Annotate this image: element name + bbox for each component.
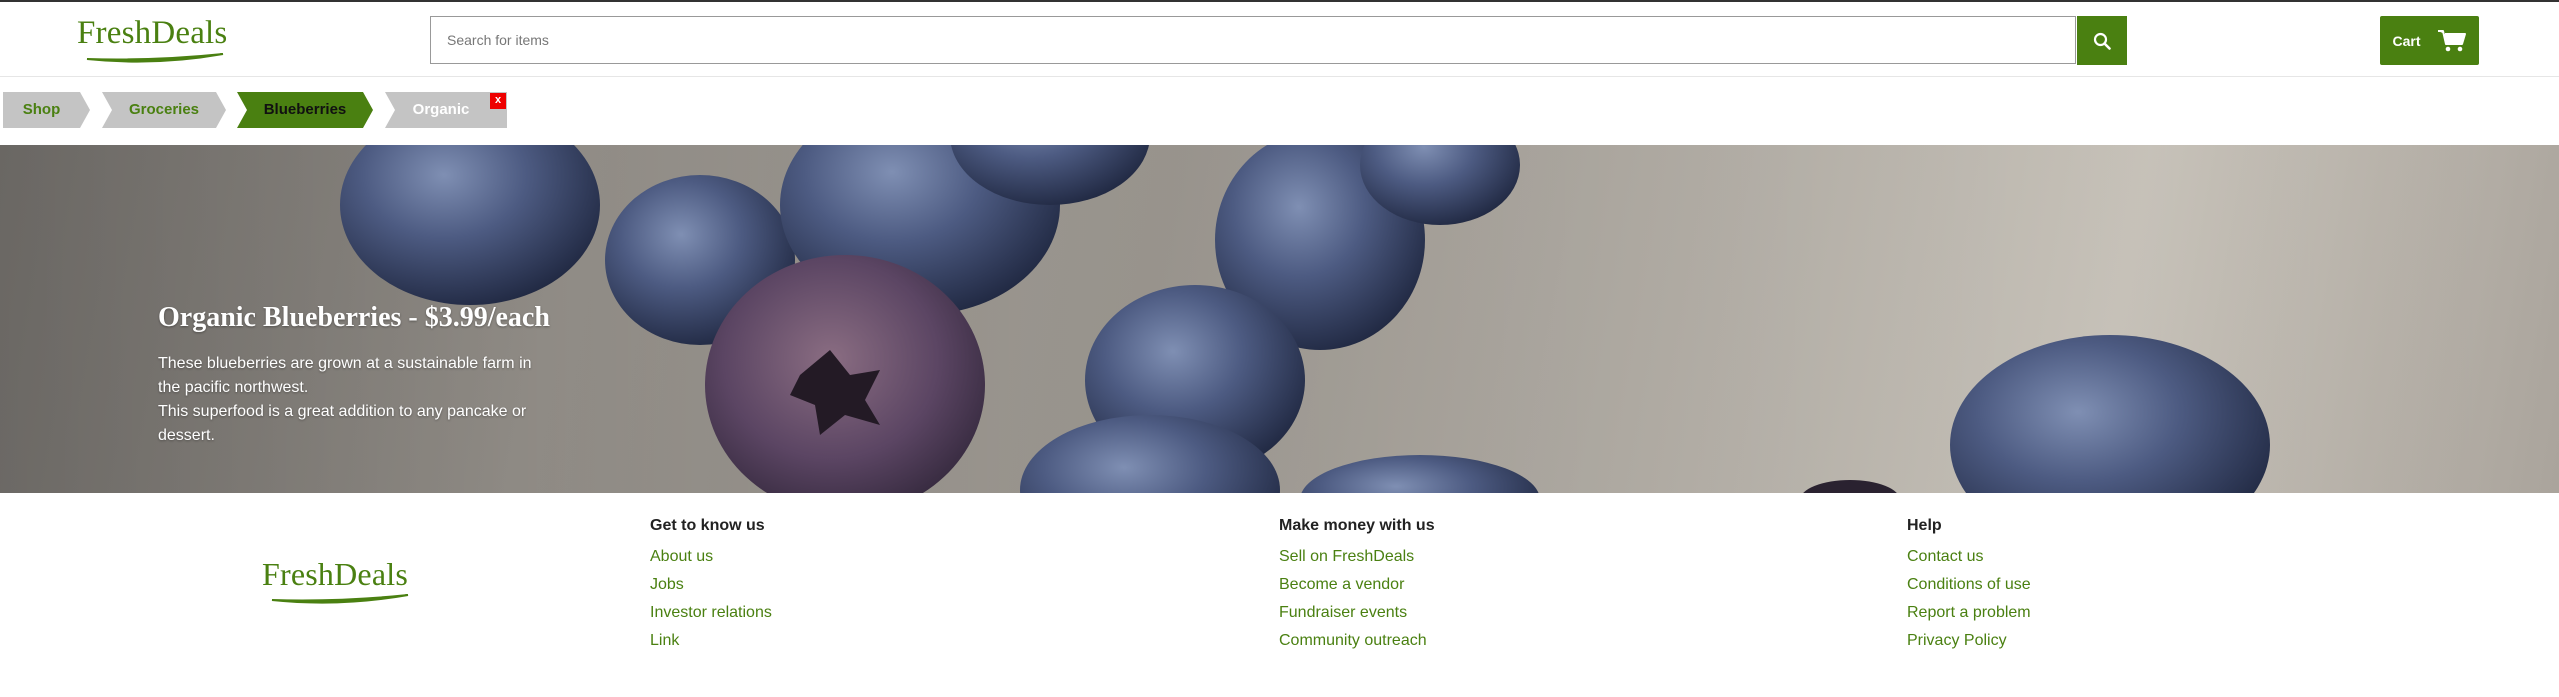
footer-link-privacy-policy[interactable]: Privacy Policy	[1907, 627, 2307, 655]
hero-title: Organic Blueberries - $3.99/each	[158, 302, 550, 333]
logo-swoosh-icon	[86, 53, 224, 63]
footer-column-make-money: Make money with us Sell on FreshDeals Be…	[1279, 515, 1679, 655]
footer-link-investor-relations[interactable]: Investor relations	[650, 599, 1050, 627]
breadcrumb-item-organic[interactable]: Organic	[385, 92, 507, 128]
logo-swoosh-icon	[271, 594, 409, 604]
footer-column-help: Help Contact us Conditions of use Report…	[1907, 515, 2307, 655]
footer-heading: Make money with us	[1279, 517, 1435, 534]
hero-description-line-2: This superfood is a great addition to an…	[158, 403, 527, 444]
close-icon[interactable]: x	[490, 93, 506, 109]
brand-name: FreshDeals	[77, 15, 228, 51]
footer-link-conditions-of-use[interactable]: Conditions of use	[1907, 571, 2307, 599]
cart-button[interactable]: Cart	[2380, 16, 2479, 65]
breadcrumb-item-blueberries[interactable]: Blueberries	[237, 92, 373, 128]
footer-heading: Get to know us	[650, 517, 765, 534]
footer-heading: Help	[1907, 517, 1942, 534]
site-footer: FreshDeals Get to know us About us Jobs …	[0, 493, 2559, 697]
footer-column-get-to-know-us: Get to know us About us Jobs Investor re…	[650, 515, 1050, 655]
footer-link-community-outreach[interactable]: Community outreach	[1279, 627, 1679, 655]
cart-icon	[2437, 29, 2466, 51]
cart-label: Cart	[2392, 32, 2421, 49]
site-header: FreshDeals Cart	[0, 2, 2559, 77]
footer-link-become-vendor[interactable]: Become a vendor	[1279, 571, 1679, 599]
footer-link-fundraiser-events[interactable]: Fundraiser events	[1279, 599, 1679, 627]
brand-logo[interactable]: FreshDeals	[77, 16, 227, 64]
hero-banner: Organic Blueberries - $3.99/each These b…	[0, 145, 2559, 493]
hero-content: Organic Blueberries - $3.99/each These b…	[158, 302, 578, 448]
hero-description-line-1: These blueberries are grown at a sustain…	[158, 355, 532, 396]
breadcrumb-item-groceries[interactable]: Groceries	[102, 92, 226, 128]
footer-link-jobs[interactable]: Jobs	[650, 571, 1050, 599]
footer-link-contact-us[interactable]: Contact us	[1907, 543, 2307, 571]
search-input[interactable]	[431, 17, 2076, 63]
footer-logo[interactable]: FreshDeals	[262, 557, 422, 605]
hero-description: These blueberries are grown at a sustain…	[158, 352, 538, 448]
breadcrumb: Shop Groceries Blueberries Organic x	[0, 92, 600, 128]
footer-link-link[interactable]: Link	[650, 627, 1050, 655]
search-button[interactable]	[2077, 16, 2127, 65]
footer-brand-name: FreshDeals	[262, 556, 408, 592]
footer-link-sell[interactable]: Sell on FreshDeals	[1279, 543, 1679, 571]
footer-link-about-us[interactable]: About us	[650, 543, 1050, 571]
search-icon	[2093, 32, 2111, 50]
breadcrumb-item-shop[interactable]: Shop	[3, 92, 90, 128]
search-bar	[430, 16, 2076, 64]
footer-link-report-problem[interactable]: Report a problem	[1907, 599, 2307, 627]
